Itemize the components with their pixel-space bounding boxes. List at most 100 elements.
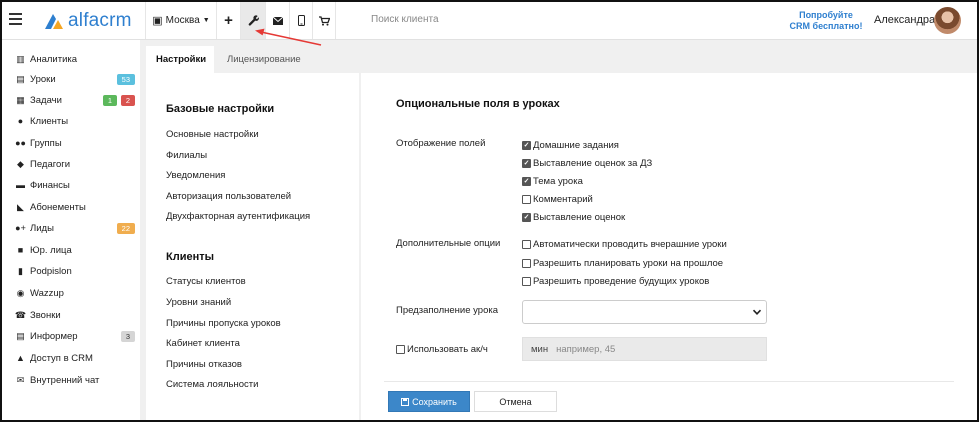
extra-checkbox[interactable] (522, 258, 531, 268)
city-name: Москва (165, 15, 200, 26)
briefcase-icon: ■ (17, 245, 24, 255)
display-field-option[interactable]: Комментарий (522, 193, 593, 205)
menu-item-user-auth[interactable]: Авторизация пользователей (166, 191, 291, 202)
user-plus-icon: ●+ (15, 223, 26, 233)
display-field-option[interactable]: Домашние задания (522, 139, 619, 151)
alfacrm-logo-icon (45, 14, 63, 29)
extra-option-label: Разрешить проведение будущих уроков (533, 275, 710, 287)
menu-item-client-cabinet[interactable]: Кабинет клиента (166, 338, 240, 349)
floppy-disk-icon (401, 397, 410, 406)
menu-item-loyalty-system[interactable]: Система лояльности (166, 379, 258, 390)
settings-menu: Базовые настройки Основные настройки Фил… (146, 73, 359, 420)
display-field-checkbox[interactable] (522, 140, 531, 150)
hamburger-menu-icon[interactable] (9, 13, 22, 25)
sidebar-item-money[interactable]: ▬ Финансы (2, 175, 140, 195)
tab-settings[interactable]: Настройки (146, 46, 214, 73)
sidebar-item-user-plus[interactable]: ●+ Лиды 22 (2, 218, 140, 238)
phone-icon: ☎ (14, 309, 27, 320)
use-academic-hours-label: Использовать ак/ч (407, 344, 488, 355)
sidebar-item-file[interactable]: ▮ Podpislon (2, 261, 140, 281)
sidebar-item-label: Аналитика (30, 53, 78, 65)
caret-down-icon: ▼ (202, 17, 210, 24)
sidebar-item-envelope[interactable]: ✉ Внутренний чат (2, 370, 140, 390)
sidebar-item-whatsapp[interactable]: ◉ Wazzup (2, 283, 140, 303)
display-field-checkbox[interactable] (522, 176, 531, 186)
newspaper-icon: ▤ (16, 330, 25, 341)
menu-item-two-factor[interactable]: Двухфакторная аутентификация (166, 211, 310, 222)
graduation-cap-icon: ◆ (17, 158, 24, 169)
use-academic-hours-row[interactable]: Использовать ак/ч (396, 344, 488, 355)
extra-option-label: Автоматически проводить вчерашние уроки (533, 238, 727, 250)
tab-licensing[interactable]: Лицензирование (217, 46, 311, 73)
display-field-option-label: Выставление оценок (533, 211, 626, 223)
avatar[interactable] (934, 7, 961, 34)
extra-checkbox[interactable] (522, 276, 531, 286)
sidebar-item-phone[interactable]: ☎ Звонки (2, 305, 140, 325)
sidebar-item-label: Юр. лица (30, 244, 72, 256)
sidebar: ▥ Аналитика ▤ Уроки 53 ▦ Задачи 2 1 ● Клиенты ●● Гру… (2, 40, 140, 420)
sidebar-item-tag[interactable]: ◣ Абонементы (2, 197, 140, 217)
save-button[interactable]: Сохранить (388, 391, 470, 412)
lock-icon: ▲ (16, 353, 25, 363)
sidebar-item-users[interactable]: ●● Группы (2, 133, 140, 153)
promo-line-1: Попробуйте (799, 10, 853, 20)
extra-option[interactable]: Автоматически проводить вчерашние уроки (522, 238, 727, 250)
display-field-checkbox[interactable] (522, 212, 531, 222)
sidebar-item-tasks[interactable]: ▦ Задачи 2 1 (2, 90, 140, 110)
menu-item-basic-settings[interactable]: Основные настройки (166, 129, 259, 140)
extra-option-label: Разрешить планировать уроки на прошлое (533, 257, 724, 269)
tab-settings-label: Настройки (156, 54, 207, 65)
logo[interactable]: alfacrm (42, 10, 132, 32)
whatsapp-icon: ◉ (16, 287, 25, 298)
calendar-icon: ▤ (16, 73, 25, 84)
city-selector[interactable]: ▣ Москва ▼ (145, 2, 216, 39)
chevron-down-icon (752, 309, 762, 315)
extra-checkbox[interactable] (522, 239, 531, 249)
sidebar-item-label: Внутренний чат (30, 374, 100, 386)
menu-item-client-statuses[interactable]: Статусы клиентов (166, 276, 246, 287)
sidebar-item-label: Педагоги (30, 158, 71, 170)
minutes-placeholder: например, 45 (556, 343, 616, 355)
use-academic-hours-checkbox[interactable] (396, 345, 405, 354)
menu-item-branches[interactable]: Филиалы (166, 150, 207, 161)
tab-licensing-label: Лицензирование (227, 54, 301, 65)
prefill-select[interactable] (522, 300, 767, 324)
display-field-option-label: Тема урока (533, 175, 583, 187)
sidebar-item-calendar[interactable]: ▤ Уроки 53 (2, 69, 140, 89)
sidebar-item-label: Клиенты (30, 115, 69, 127)
app-window: alfacrm ▣ Москва ▼ + Попробуйте CRM бесп… (0, 0, 979, 422)
client-search-input[interactable] (371, 14, 571, 25)
cancel-button[interactable]: Отмена (474, 391, 557, 412)
display-field-checkbox[interactable] (522, 158, 531, 168)
menu-item-refusal-reasons[interactable]: Причины отказов (166, 359, 242, 370)
display-field-option[interactable]: Тема урока (522, 175, 583, 187)
add-button[interactable]: + (216, 2, 240, 39)
menu-item-absence-reasons[interactable]: Причины пропуска уроков (166, 318, 281, 329)
sidebar-item-briefcase[interactable]: ■ Юр. лица (2, 240, 140, 260)
sidebar-item-label: Группы (30, 137, 62, 149)
sidebar-item-book[interactable]: ▥ Аналитика (2, 49, 140, 69)
user-icon: ● (17, 116, 24, 126)
menu-item-notifications[interactable]: Уведомления (166, 170, 225, 181)
sidebar-item-label: Задачи (30, 94, 62, 106)
free-trial-link[interactable]: Попробуйте CRM бесплатно! (786, 10, 866, 32)
sidebar-item-user[interactable]: ● Клиенты (2, 111, 140, 131)
display-field-option[interactable]: Выставление оценок (522, 211, 625, 223)
count-badge: 53 (116, 73, 135, 85)
clients-heading: Клиенты (166, 251, 215, 263)
cancel-button-label: Отмена (499, 396, 532, 407)
sidebar-item-label: Доступ в CRM (30, 352, 93, 364)
lesson-fields-panel: Опциональные поля в уроках Отображение п… (361, 73, 977, 420)
minutes-field[interactable]: мин например, 45 (522, 337, 767, 361)
sidebar-item-lock[interactable]: ▲ Доступ в CRM (2, 348, 140, 368)
sidebar-item-newspaper[interactable]: ▤ Информер 3 (2, 326, 140, 346)
extra-option[interactable]: Разрешить планировать уроки на прошлое (522, 257, 723, 269)
menu-item-knowledge-levels[interactable]: Уровни знаний (166, 297, 231, 308)
user-name[interactable]: Александра (874, 14, 935, 26)
prefill-label: Предзаполнение урока (396, 305, 498, 316)
extra-option[interactable]: Разрешить проведение будущих уроков (522, 275, 709, 287)
display-field-checkbox[interactable] (522, 194, 531, 204)
sidebar-item-graduation-cap[interactable]: ◆ Педагоги (2, 154, 140, 174)
display-field-option[interactable]: Выставление оценок за ДЗ (522, 157, 652, 169)
sidebar-item-label: Абонементы (30, 201, 86, 213)
